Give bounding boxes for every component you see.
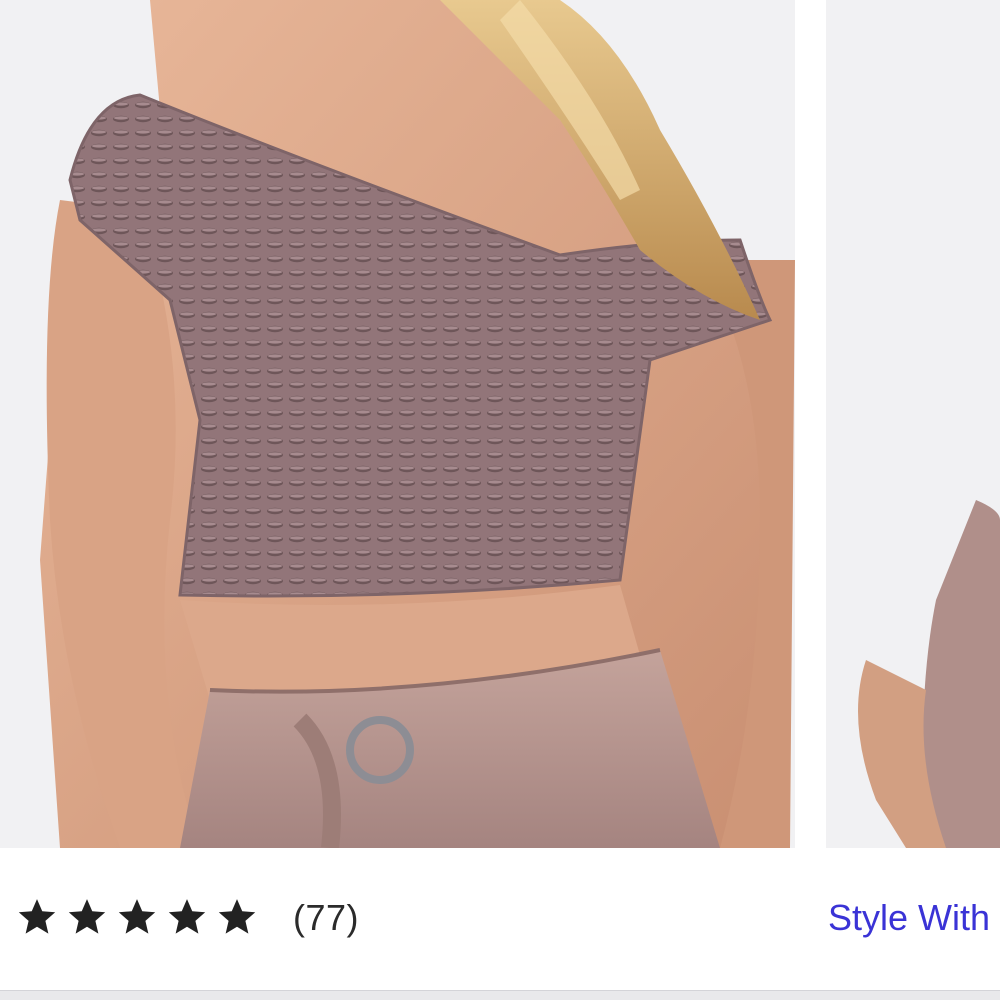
product-image-next[interactable]	[826, 0, 1000, 848]
star-icon	[166, 896, 208, 938]
star-icon	[216, 896, 258, 938]
divider	[0, 990, 1000, 1000]
star-icon	[16, 896, 58, 938]
product-photo-next	[826, 0, 1000, 848]
product-image-gallery[interactable]	[0, 0, 1000, 848]
star-icon	[116, 896, 158, 938]
product-image-main[interactable]	[0, 0, 795, 848]
product-photo	[0, 0, 795, 848]
review-count[interactable]: (77)	[293, 898, 359, 938]
star-rating[interactable]	[16, 896, 258, 938]
style-with-link[interactable]: Style With	[828, 898, 990, 938]
star-icon	[66, 896, 108, 938]
